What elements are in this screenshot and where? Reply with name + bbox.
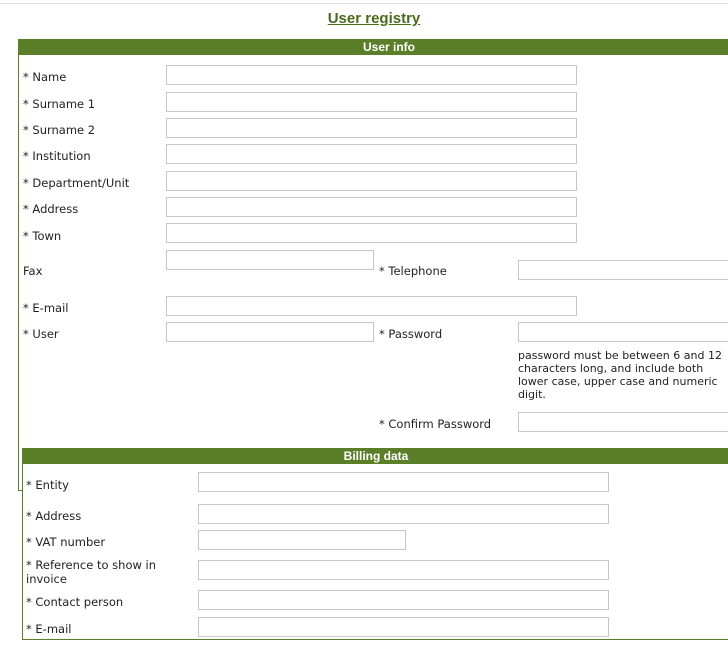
confirm-password-input[interactable] (518, 412, 728, 432)
name-label: * Name (23, 70, 67, 84)
institution-label: * Institution (23, 149, 91, 163)
password-hint: password must be between 6 and 12 charac… (518, 349, 722, 401)
reference-input[interactable] (198, 560, 609, 580)
entity-label: * Entity (26, 478, 69, 492)
contact-label: * Contact person (26, 595, 124, 609)
surname1-label: * Surname 1 (23, 97, 96, 111)
address-input[interactable] (166, 197, 577, 217)
department-label: * Department/Unit (23, 176, 130, 190)
institution-input[interactable] (166, 144, 577, 164)
billing-header: Billing data (23, 449, 728, 464)
user-info-section: User info * Name * Surname 1 * Surname 2… (18, 39, 728, 491)
vat-label: * VAT number (26, 535, 106, 549)
billing-address-label: * Address (26, 509, 82, 523)
password-input[interactable] (518, 322, 728, 342)
telephone-label: * Telephone (379, 264, 447, 278)
reference-label: * Reference to show in invoice (26, 558, 157, 586)
user-label: * User (23, 327, 59, 341)
entity-input[interactable] (198, 472, 609, 492)
name-input[interactable] (166, 65, 577, 85)
surname1-input[interactable] (166, 92, 577, 112)
fax-label: Fax (23, 264, 43, 278)
department-input[interactable] (166, 171, 577, 191)
billing-email-label: * E-mail (26, 622, 72, 636)
vat-input[interactable] (198, 530, 406, 550)
page-title: User registry (327, 10, 421, 27)
top-divider (0, 3, 728, 4)
billing-address-input[interactable] (198, 504, 609, 524)
surname2-input[interactable] (166, 118, 577, 138)
billing-email-input[interactable] (198, 617, 609, 637)
fax-input[interactable] (166, 250, 374, 270)
password-label: * Password (379, 327, 443, 341)
telephone-input[interactable] (518, 260, 728, 280)
email-input[interactable] (166, 296, 577, 316)
address-label: * Address (23, 202, 79, 216)
email-label: * E-mail (23, 301, 69, 315)
surname2-label: * Surname 2 (23, 123, 96, 137)
contact-input[interactable] (198, 590, 609, 610)
billing-section: Billing data * Entity * Address * VAT nu… (22, 448, 728, 640)
user-info-header: User info (19, 40, 728, 55)
confirm-password-label: * Confirm Password (379, 417, 492, 431)
town-input[interactable] (166, 223, 577, 243)
town-label: * Town (23, 229, 62, 243)
user-input[interactable] (166, 322, 374, 342)
